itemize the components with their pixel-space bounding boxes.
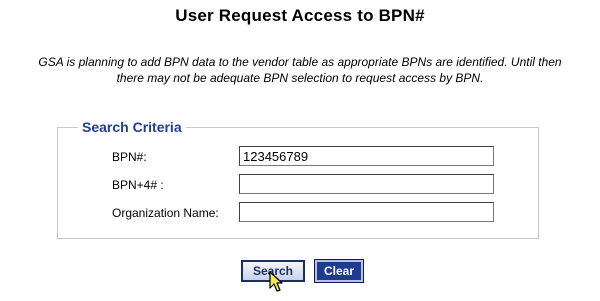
bpn4-label: BPN+4# :: [112, 178, 164, 192]
clear-button[interactable]: Clear: [314, 259, 364, 283]
bpn4-input[interactable]: [239, 174, 494, 194]
bpn-input[interactable]: [239, 146, 494, 166]
notice-text: GSA is planning to add BPN data to the v…: [10, 54, 590, 86]
notice-line-2: there may not be adequate BPN selection …: [116, 71, 484, 85]
organization-name-input[interactable]: [239, 202, 494, 222]
organization-name-label: Organization Name:: [112, 206, 219, 220]
arrow-cursor-icon: [269, 271, 283, 292]
notice-line-1: GSA is planning to add BPN data to the v…: [38, 55, 562, 69]
page-title: User Request Access to BPN#: [175, 6, 425, 25]
search-criteria-legend: Search Criteria: [78, 118, 186, 136]
bpn-label: BPN#:: [112, 150, 147, 164]
